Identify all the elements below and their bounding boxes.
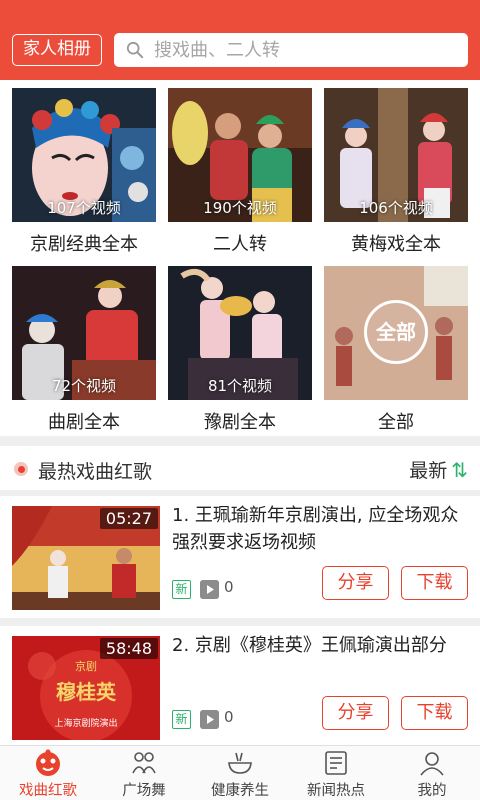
video-title[interactable]: 1. 王珮瑜新年京剧演出, 应全场观众强烈要求返场视频 [172, 502, 468, 556]
play-count-icon [200, 710, 219, 729]
dancers-icon [132, 752, 156, 774]
video-list-item[interactable]: 京剧 穆桂英 上海京剧院演出 58:48 2. 京剧《穆桂英》王佩瑜演出部分 新… [0, 626, 480, 748]
video-count: 72个视频 [51, 377, 117, 395]
divider [0, 618, 480, 626]
poster-subtitle: 京剧 [75, 660, 97, 673]
search-icon [126, 41, 144, 59]
category-label: 豫剧全本 [204, 412, 276, 433]
video-duration: 05:27 [99, 508, 158, 529]
category-thumbnail: 全部 [324, 266, 468, 400]
new-badge: 新 [172, 710, 191, 729]
opera-mask-icon [36, 749, 60, 776]
bottom-tab-bar: 戏曲红歌 广场舞 健康养生 新闻热点 我的 [0, 745, 480, 800]
video-duration: 58:48 [99, 638, 158, 659]
tab-news[interactable]: 新闻热点 [288, 746, 384, 800]
bowl-icon [228, 752, 252, 774]
share-button[interactable]: 分享 [322, 566, 389, 600]
play-count: 0 [224, 708, 234, 726]
sort-arrows-icon: ⇅ [451, 458, 468, 482]
news-icon [325, 751, 347, 775]
tab-label: 健康养生 [211, 783, 269, 799]
section-header: 最热戏曲红歌 最新 ⇅ [0, 446, 480, 492]
tab-label: 戏曲红歌 [19, 783, 77, 799]
play-count: 0 [224, 578, 234, 596]
video-thumbnail[interactable]: 京剧 穆桂英 上海京剧院演出 58:48 [12, 636, 160, 740]
category-label: 二人转 [213, 234, 267, 255]
category-label: 曲剧全本 [48, 412, 120, 433]
section-title: 最热戏曲红歌 [38, 461, 153, 483]
search-input[interactable] [154, 33, 454, 67]
play-count-icon [200, 580, 219, 599]
record-dot-icon [14, 462, 28, 476]
video-count: 81个视频 [207, 377, 273, 395]
category-thumbnail: 107个视频 [12, 88, 156, 222]
tab-square-dance[interactable]: 广场舞 [96, 746, 192, 800]
tab-mine[interactable]: 我的 [384, 746, 480, 800]
video-count: 107个视频 [47, 199, 121, 217]
tab-label: 广场舞 [122, 783, 166, 799]
category-thumbnail: 72个视频 [12, 266, 156, 400]
search-box[interactable] [114, 33, 468, 67]
download-button[interactable]: 下载 [401, 696, 468, 730]
video-thumbnail[interactable]: 05:27 [12, 506, 160, 610]
tab-health[interactable]: 健康养生 [192, 746, 288, 800]
category-thumbnail: 190个视频 [168, 88, 312, 222]
tab-opera-songs[interactable]: 戏曲红歌 [0, 746, 96, 800]
tab-label: 新闻热点 [307, 783, 365, 799]
share-button[interactable]: 分享 [322, 696, 389, 730]
tab-label: 我的 [417, 783, 447, 799]
user-icon [420, 752, 444, 776]
poster-title: 穆桂英 [56, 680, 116, 704]
category-label: 京剧经典全本 [30, 234, 138, 255]
video-count: 190个视频 [203, 199, 277, 217]
family-album-button[interactable]: 家人相册 [12, 34, 102, 66]
sort-label: 最新 [409, 460, 448, 482]
category-thumbnail: 81个视频 [168, 266, 312, 400]
video-title[interactable]: 2. 京剧《穆桂英》王佩瑜演出部分 [172, 632, 468, 659]
divider [0, 436, 480, 446]
poster-caption: 上海京剧院演出 [54, 719, 118, 729]
download-button[interactable]: 下载 [401, 566, 468, 600]
new-badge: 新 [172, 580, 191, 599]
video-count: 106个视频 [359, 199, 433, 217]
video-list-item[interactable]: 05:27 1. 王珮瑜新年京剧演出, 应全场观众强烈要求返场视频 新 0 分享… [0, 496, 480, 618]
top-bar: 家人相册 [0, 0, 480, 80]
sort-latest-button[interactable]: 最新 ⇅ [409, 456, 468, 483]
category-thumbnail: 106个视频 [324, 88, 468, 222]
category-label: 全部 [378, 412, 414, 433]
category-label: 黄梅戏全本 [351, 234, 441, 255]
all-categories-badge: 全部 [364, 300, 428, 364]
